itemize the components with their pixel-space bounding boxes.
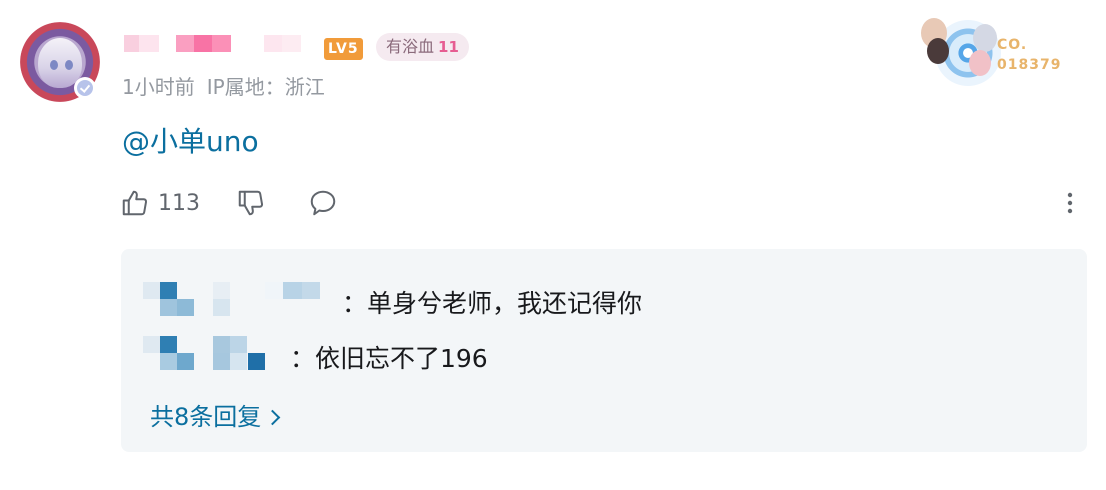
reply-button[interactable] [308, 187, 338, 219]
avatar-eye [50, 60, 58, 70]
comment-time: 1小时前 [122, 75, 195, 99]
like-count: 113 [158, 190, 200, 216]
fan-badge-prefix: CO. [997, 37, 1028, 53]
character-icon [969, 50, 991, 76]
view-more-replies-label: 共8条回复 [150, 403, 262, 431]
more-options-button[interactable] [1058, 188, 1082, 218]
character-icon [973, 24, 997, 52]
user-level-badge: LV5 [324, 38, 363, 60]
fan-medal[interactable]: 有浴血 11 [376, 33, 469, 61]
chevron-right-icon [265, 409, 281, 426]
like-button[interactable]: 113 [120, 187, 200, 219]
thumb-down-icon [238, 190, 264, 216]
character-icon [927, 38, 949, 64]
avatar[interactable] [20, 22, 100, 102]
view-more-replies-link[interactable]: 共8条回复 [150, 397, 281, 432]
fan-medal-name: 有浴血 [386, 37, 435, 56]
reply-text: ：依旧忘不了196 [290, 344, 488, 373]
fan-medal-level: 11 [438, 38, 459, 56]
verified-badge-icon [74, 77, 96, 99]
fan-badge-number: 018379 [997, 57, 1062, 73]
comment-meta: 1小时前 IP属地：浙江 [122, 71, 325, 100]
ip-location: IP属地：浙江 [206, 75, 325, 99]
reply-text: ：单身兮老师，我还记得你 [342, 289, 643, 318]
more-vertical-icon [1067, 192, 1073, 214]
comment-content[interactable]: @小单uno [122, 120, 259, 160]
comment-bubble-icon [310, 190, 336, 216]
dislike-button[interactable] [236, 187, 266, 219]
thumb-up-icon [122, 190, 148, 216]
avatar-eye [65, 60, 73, 70]
fan-card-badge[interactable]: CO. 018379 [917, 14, 1067, 94]
